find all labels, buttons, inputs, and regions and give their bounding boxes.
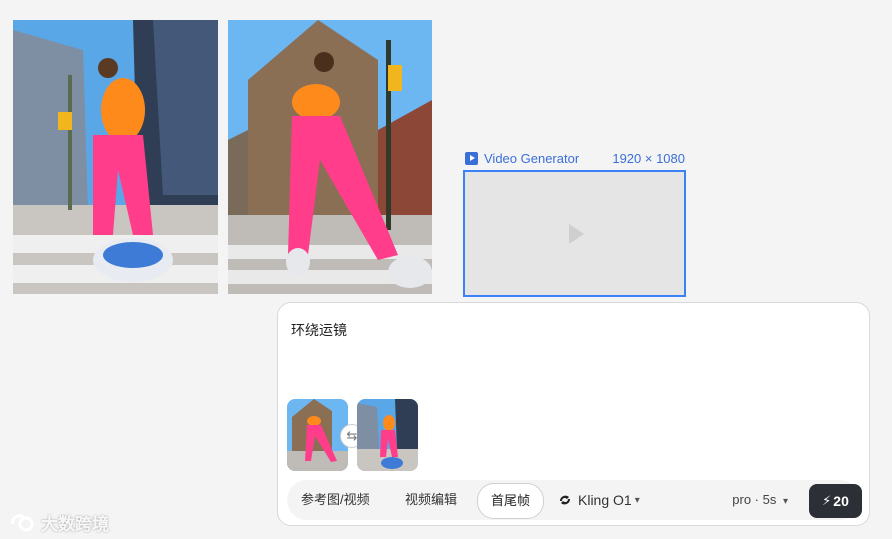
watermark-text: 大数跨境 xyxy=(41,515,109,534)
video-generator-preview[interactable] xyxy=(463,170,686,297)
generate-button[interactable]: ⚡ 20 xyxy=(809,484,862,518)
watermark-logo-icon xyxy=(10,513,34,531)
last-frame-thumbnail[interactable] xyxy=(357,399,418,471)
video-generator-title: Video Generator xyxy=(484,150,580,166)
video-generator-icon xyxy=(465,151,478,165)
quality-duration-label: pro · 5s xyxy=(732,492,777,507)
video-generator-header[interactable]: Video Generator 1920 × 1080 xyxy=(465,150,685,166)
first-frame-thumbnail[interactable] xyxy=(287,399,348,471)
model-selector[interactable]: Kling O1 ▾ xyxy=(557,480,640,520)
chevron-down-icon: ▾ xyxy=(634,494,640,506)
kling-logo-icon xyxy=(560,495,570,505)
reference-photo-1[interactable] xyxy=(13,20,218,294)
watermark: 大数跨境 xyxy=(9,510,109,535)
model-name: Kling O1 xyxy=(578,492,632,508)
credit-cost: 20 xyxy=(833,493,849,509)
mode-video-edit[interactable]: 视频编辑 xyxy=(405,480,457,520)
swap-icon: ⇆ xyxy=(346,428,358,443)
mode-first-last-frame[interactable]: 首尾帧 xyxy=(477,483,545,519)
chevron-down-icon: ▾ xyxy=(782,496,788,507)
prompt-panel: 环绕运镜 ⇆ 参考图/视频 视频编辑 首尾帧 Kling O1 ▾ pro · … xyxy=(277,302,870,526)
mode-reference-image-video[interactable]: 参考图/视频 xyxy=(301,480,370,520)
quality-duration-selector[interactable]: pro · 5s ▾ xyxy=(732,480,788,520)
play-icon[interactable] xyxy=(569,223,584,244)
video-resolution: 1920 × 1080 xyxy=(612,150,685,166)
prompt-input[interactable]: 环绕运镜 xyxy=(291,320,347,340)
bolt-icon: ⚡ xyxy=(822,493,832,508)
reference-photo-2[interactable] xyxy=(228,20,432,294)
generation-toolbar: 参考图/视频 视频编辑 首尾帧 Kling O1 ▾ pro · 5s ▾ xyxy=(287,480,860,520)
